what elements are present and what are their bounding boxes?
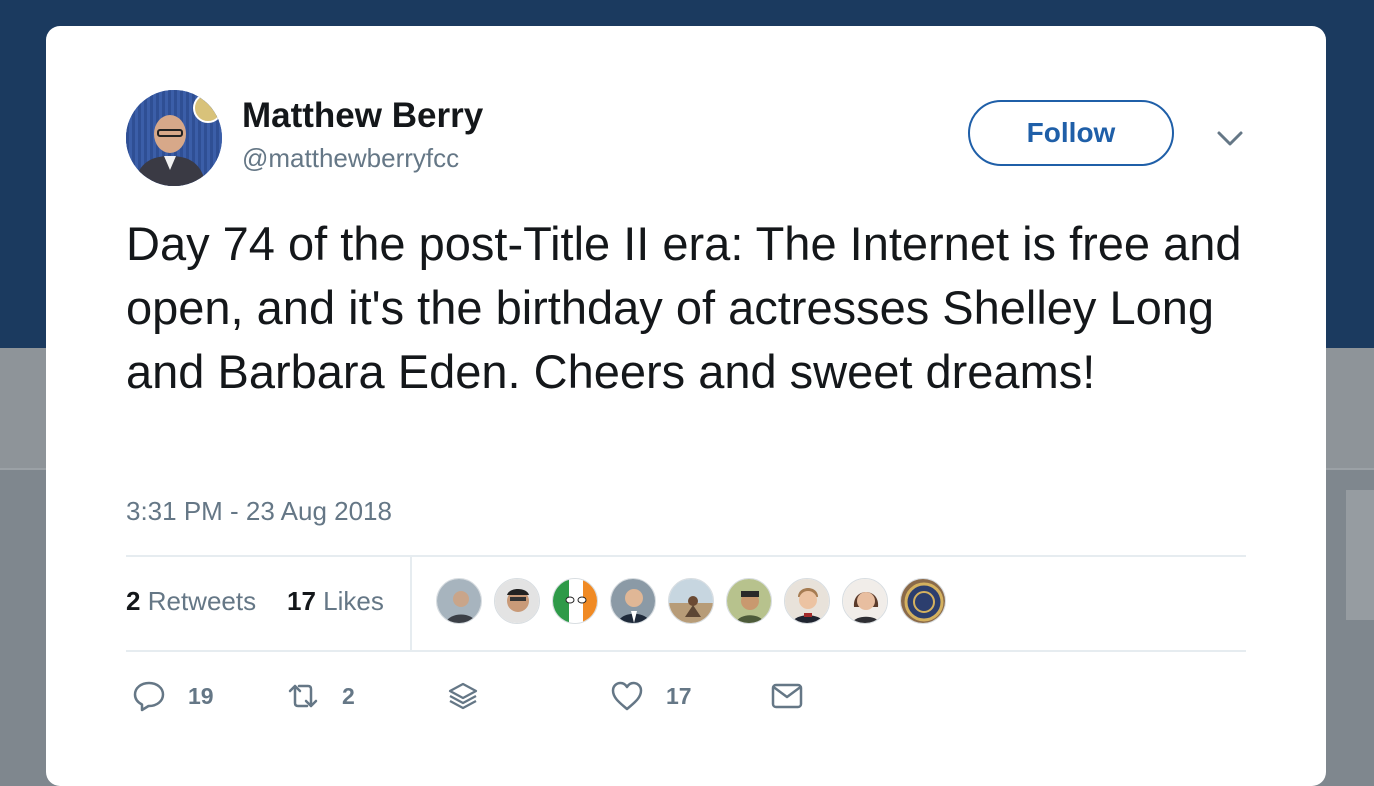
tweet-timestamp[interactable]: 3:31 PM - 23 Aug 2018 (126, 496, 392, 527)
likes-stat-count: 17 (287, 586, 316, 616)
retweets-stat-label: Retweets (147, 586, 257, 616)
liker-avatar[interactable] (494, 578, 540, 624)
stack-button[interactable] (446, 678, 480, 714)
like-count: 17 (666, 682, 692, 709)
retweet-count: 2 (342, 682, 355, 709)
liker-avatar[interactable] (668, 578, 714, 624)
likes-stat[interactable]: 17 Likes (287, 586, 384, 617)
reply-icon (133, 681, 165, 712)
author-name[interactable]: Matthew Berry (242, 96, 483, 136)
author-handle[interactable]: @matthewberryfcc (242, 143, 459, 174)
liker-avatars (436, 578, 958, 624)
envelope-icon (771, 683, 803, 709)
liker-avatar[interactable] (726, 578, 772, 624)
direct-message-button[interactable] (770, 678, 804, 714)
liker-avatar[interactable] (552, 578, 598, 624)
author-avatar[interactable] (126, 90, 222, 186)
follow-button[interactable]: Follow (968, 100, 1174, 166)
retweets-stat[interactable]: 2 Retweets (126, 586, 256, 617)
heart-icon (611, 681, 643, 711)
like-button[interactable]: 17 (610, 678, 692, 714)
chevron-down-icon[interactable] (1214, 122, 1246, 154)
retweets-stat-count: 2 (126, 586, 141, 616)
reply-button[interactable]: 19 (132, 678, 214, 714)
divider (410, 557, 412, 651)
layers-icon (448, 682, 478, 710)
divider (126, 555, 1246, 557)
liker-avatar[interactable] (784, 578, 830, 624)
liker-avatar[interactable] (900, 578, 946, 624)
page-side-panel (1346, 490, 1374, 620)
tweet-text: Day 74 of the post-Title II era: The Int… (126, 217, 1242, 398)
retweet-button[interactable]: 2 (286, 678, 355, 714)
liker-avatar[interactable] (610, 578, 656, 624)
liker-avatar[interactable] (842, 578, 888, 624)
tweet-modal: Matthew Berry @matthewberryfcc Follow Da… (46, 26, 1326, 786)
liker-avatar[interactable] (436, 578, 482, 624)
reply-count: 19 (188, 682, 214, 709)
likes-stat-label: Likes (323, 586, 384, 616)
retweet-icon (288, 684, 318, 708)
divider (126, 650, 1246, 652)
